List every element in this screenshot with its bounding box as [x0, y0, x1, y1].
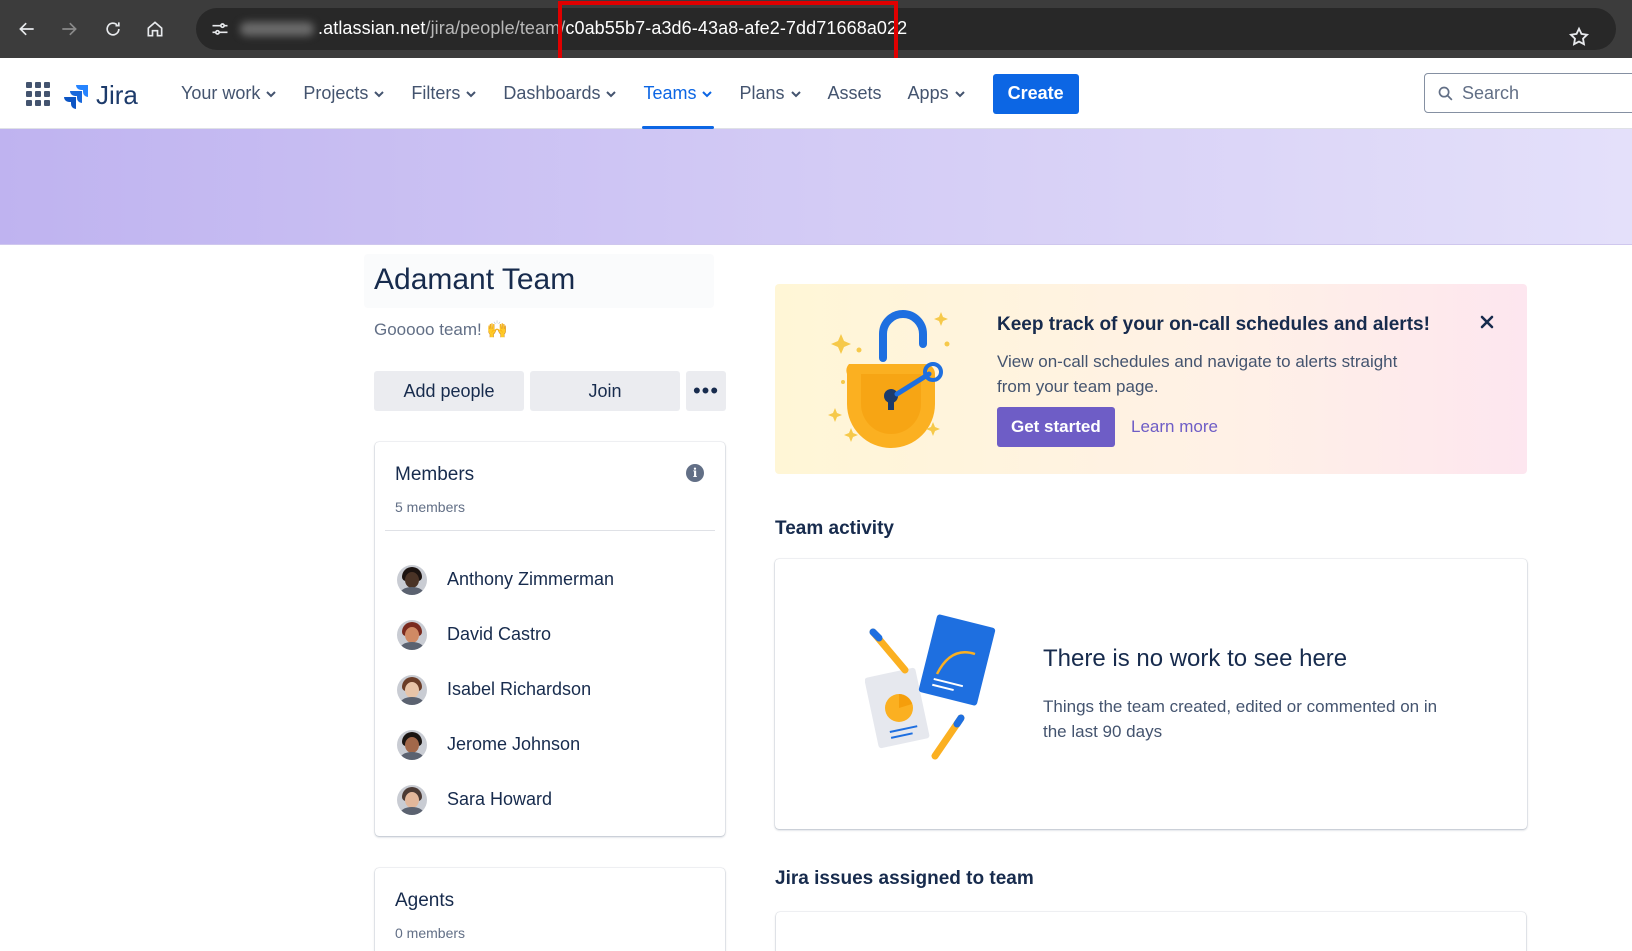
nav-item-label: Filters — [411, 83, 461, 103]
nav-item-dashboards[interactable]: Dashboards — [490, 58, 630, 129]
member-row[interactable]: Anthony Zimmerman — [397, 552, 614, 607]
team-actions: Add people Join ••• — [374, 371, 726, 411]
empty-documents-illustration — [865, 614, 996, 760]
members-count: 5 members — [395, 499, 466, 515]
search-icon — [1438, 86, 1453, 100]
member-name[interactable]: Isabel Richardson — [447, 679, 591, 700]
member-row[interactable]: Jerome Johnson — [397, 717, 614, 772]
learn-more-link[interactable]: Learn more — [1131, 417, 1218, 437]
avatar — [397, 619, 427, 650]
home-icon[interactable] — [140, 14, 170, 44]
bookmark-star-icon[interactable] — [1568, 26, 1590, 48]
join-button[interactable]: Join — [530, 371, 680, 411]
search-input[interactable]: Search — [1424, 73, 1632, 113]
redacted-subdomain — [240, 22, 314, 36]
nav-item-label: Dashboards — [503, 83, 601, 103]
nav-item-label: Projects — [303, 83, 369, 103]
team-activity-heading: Team activity — [775, 518, 894, 539]
divider — [385, 530, 715, 531]
nav-item-projects[interactable]: Projects — [290, 58, 398, 129]
close-icon[interactable] — [1477, 312, 1497, 332]
members-card: Members 5 members i Anthony Zimmerman Dav… — [375, 442, 725, 836]
reload-icon[interactable] — [98, 14, 128, 44]
chevron-down-icon — [790, 90, 801, 97]
member-name[interactable]: Anthony Zimmerman — [447, 569, 614, 590]
search-placeholder: Search — [1462, 82, 1520, 103]
url-highlight-annotation — [558, 1, 898, 63]
back-arrow-icon[interactable] — [12, 14, 42, 44]
jira-logo[interactable]: Jira — [64, 80, 138, 111]
empty-state-title: There is no work to see here — [1043, 645, 1348, 672]
chevron-down-icon — [702, 90, 713, 97]
chevron-down-icon — [954, 90, 965, 97]
info-icon[interactable]: i — [686, 464, 704, 482]
chevron-down-icon — [606, 90, 617, 97]
nav-item-label: Assets — [827, 83, 882, 103]
address-bar[interactable]: .atlassian.net/jira/people/team/c0ab55b7… — [196, 8, 1616, 50]
team-activity-card: There is no work to see here Things the … — [775, 559, 1527, 829]
member-row[interactable]: David Castro — [397, 607, 614, 662]
member-list: Anthony Zimmerman David Castro Isabel Rich… — [397, 552, 614, 827]
agents-count: 0 members — [395, 925, 466, 941]
member-row[interactable]: Sara Howard — [397, 772, 614, 827]
nav-item-plans[interactable]: Plans — [726, 58, 814, 129]
issues-heading: Jira issues assigned to team — [775, 868, 1034, 889]
on-call-promo-banner: Keep track of your on-call schedules and… — [775, 284, 1527, 474]
nav-item-label: Your work — [181, 83, 261, 103]
browser-toolbar: .atlassian.net/jira/people/team/c0ab55b7… — [0, 0, 1632, 63]
add-people-button[interactable]: Add people — [374, 371, 524, 411]
promo-title: Keep track of your on-call schedules and… — [997, 314, 1430, 335]
avatar — [397, 729, 427, 760]
nav-item-label: Apps — [907, 83, 949, 103]
get-started-button[interactable]: Get started — [997, 407, 1115, 447]
site-settings-icon[interactable] — [210, 19, 230, 39]
members-title: Members — [395, 464, 475, 485]
nav-item-your-work[interactable]: Your work — [168, 58, 290, 129]
avatar — [397, 674, 427, 705]
member-name[interactable]: Sara Howard — [447, 789, 552, 810]
chevron-down-icon — [374, 90, 385, 97]
chevron-down-icon — [466, 90, 477, 97]
team-header-banner — [0, 129, 1632, 245]
jira-top-navigation: Jira Your work Projects Filters Dashboards T… — [0, 58, 1632, 129]
nav-item-teams[interactable]: Teams — [630, 58, 726, 129]
agents-card: Agents 0 members — [375, 868, 725, 951]
chevron-down-icon — [266, 90, 277, 97]
agents-title: Agents — [395, 890, 455, 911]
team-description[interactable]: Gooooo team! 🙌 — [374, 320, 508, 340]
nav-item-label: Plans — [739, 83, 785, 103]
avatar — [397, 784, 427, 815]
issues-card — [776, 912, 1526, 951]
nav-item-label: Teams — [643, 83, 697, 103]
jira-logo-text: Jira — [96, 80, 138, 110]
forward-arrow-icon[interactable] — [54, 14, 84, 44]
app-switcher-icon[interactable] — [26, 82, 50, 106]
team-title[interactable]: Adamant Team — [374, 263, 575, 297]
member-name[interactable]: David Castro — [447, 624, 551, 645]
member-row[interactable]: Isabel Richardson — [397, 662, 614, 717]
promo-description: View on-call schedules and navigate to a… — [997, 352, 1398, 396]
url-path: /jira/people/team/ — [425, 18, 566, 38]
primary-nav: Your work Projects Filters Dashboards Teams P… — [168, 58, 1079, 129]
member-name[interactable]: Jerome Johnson — [447, 734, 580, 755]
empty-state-description: Things the team created, edited or comme… — [1043, 697, 1438, 741]
unlocked-padlock-illustration — [828, 310, 950, 448]
jira-logo-icon — [64, 84, 88, 109]
nav-item-assets[interactable]: Assets — [815, 58, 895, 129]
url-host: .atlassian.net — [318, 18, 426, 38]
create-button[interactable]: Create — [992, 73, 1079, 114]
more-actions-button[interactable]: ••• — [686, 371, 726, 411]
nav-item-apps[interactable]: Apps — [895, 58, 979, 129]
avatar — [397, 564, 427, 595]
nav-item-filters[interactable]: Filters — [398, 58, 490, 129]
